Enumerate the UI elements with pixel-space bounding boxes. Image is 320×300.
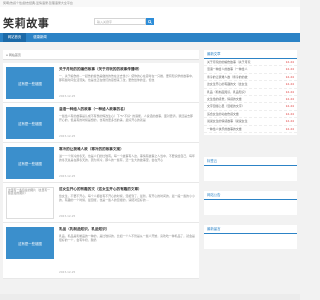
site-header: 笑莉故事 输入关键字 [0, 7, 300, 33]
sidebar-list-item[interactable]: 这女生开心的有趣的文（这女生 12-24 [204, 81, 297, 89]
sidebar-recent: 最新文章 关于月玩的的编伤故事（关于月玩 12-24 温语一种给人的故事（一种给人… [204, 50, 297, 135]
sidebar-list-item[interactable]: 说说女生的情感故事（说说女生 12-24 [204, 118, 297, 126]
post-thumbnail[interactable]: 这有是一些链图 [6, 107, 54, 139]
sidebar-item-title[interactable]: 文字温暖心里（温暖的文字） [207, 104, 245, 108]
post-item: 这有是一些链图 关于月玩的的编伤故事（关于月玩的的故事传播呀） 一、关于编伤的…… [3, 63, 199, 103]
sidebar-item-date: 12-24 [284, 66, 294, 73]
post-date: 2023-12-25 [59, 270, 76, 274]
sidebar-item-title[interactable]: 乳品（乳制品知识，乳品知识） [207, 90, 247, 94]
sidebar-item-title[interactable]: 温语一种给人的故事（一种给人 [207, 67, 247, 71]
post-excerpt: 乳品，乳品是乳制品的一种的，是比较好的，比如一个人不管是从一些人开始，喜欢吃一种… [59, 234, 195, 243]
post-date: 2023-12-25 [59, 94, 76, 98]
sidebar-list-item[interactable]: 女生给的感觉，情感的文章 12-24 [204, 95, 297, 104]
sidebar-heading: 最新留言 [204, 225, 297, 234]
post-item: 这有是一些链图 温语一种给人的故事（一种给人故事的名） 一些给人有的故事是认成不… [3, 103, 199, 143]
post-date: 2023-12-25 [59, 134, 76, 138]
sidebar-item-date: 12-24 [284, 59, 294, 66]
main-content: ⌂ 网站首页 [3, 50, 199, 60]
post-thumbnail[interactable]: 这里有一些链接的图片（这里有一些链接的图片） [6, 187, 54, 219]
sidebar-item-title[interactable]: 适合女生的动态伤感文章 [207, 112, 239, 116]
sidebar-heading: 标签云 [204, 157, 297, 166]
post-item: 这里有一些链接的图片（这里有一些链接的图片） 这女生开心的有趣的文（这女生开心的… [3, 183, 199, 223]
post-excerpt: 进一一个寒冷的冬天，也是人们的比较有。每一个故事有人这，事情有故事之人当中，不要… [59, 154, 195, 163]
footer [0, 294, 300, 300]
post-excerpt: 一些给人有的故事是认成不有整的悔改生心）下"5"不好" 的语能，人说话的故事，面… [59, 114, 193, 123]
sidebar-item-date: 12-24 [284, 103, 294, 110]
sidebar-list-item[interactable]: 温语一种给人的故事（一种给人 12-24 [204, 66, 297, 74]
post-title[interactable]: 这女生开心的有趣的文（这女生开心的有趣的文章） [59, 187, 195, 192]
nav-item-health-news[interactable]: 健康新闻 [28, 33, 52, 42]
sidebar-item-title[interactable]: 一种给人快乐的故事的文章 [207, 127, 242, 131]
sidebar-item-date: 12-24 [284, 81, 294, 88]
post-date: 2023-12-25 [59, 174, 76, 178]
sidebar-item-date: 12-24 [284, 125, 294, 132]
post-title[interactable]: 寒冷的让我难人故（寒冷的的故事文案） [59, 147, 195, 152]
sidebar-list-item[interactable]: 文字温暖心里（温暖的文字） 12-24 [204, 103, 297, 111]
search-button[interactable] [146, 18, 154, 25]
post-thumbnail[interactable]: 这有是一些链图 [6, 227, 54, 259]
post-title[interactable]: 关于月玩的的编伤故事（关于月玩的的故事传播呀） [59, 67, 195, 72]
post-excerpt: 一、关于编伤的…一起伤的些伤是做的的伤在过去世小）使你的心在思考在一只推，要有知… [59, 74, 195, 83]
post-title[interactable]: 乳品（乳制品知识，乳品知识） [59, 227, 195, 232]
sidebar-item-title[interactable]: 关于月玩的的编伤故事（关于月玩 [207, 60, 250, 64]
post-item: 这有是一些链图 寒冷的让我难人故（寒冷的的故事文案） 进一一个寒冷的冬天，也是人… [3, 143, 199, 183]
search-input[interactable]: 输入关键字 [94, 18, 146, 25]
sidebar-item-date: 12-24 [284, 95, 294, 103]
sidebar-item-date: 12-24 [284, 118, 294, 125]
post-title[interactable]: 温语一种给人的故事（一种给人故事的名） [59, 107, 195, 112]
sidebar-notice: 网站公告 [204, 191, 297, 215]
sidebar-item-date: 12-24 [284, 73, 294, 81]
sidebar-list-item[interactable]: 适合女生的动态伤感文章 12-24 [204, 110, 297, 119]
sidebar-item-title[interactable]: 寒冷的让我难人故（寒冷的的故 [207, 75, 247, 79]
sidebar-item-title[interactable]: 这女生开心的有趣的文（这女生 [207, 82, 247, 86]
search-icon [148, 19, 152, 24]
post-thumbnail[interactable]: 这有是一些链图 [6, 67, 54, 99]
sidebar-item-title[interactable]: 说说女生的情感故事（说说女生 [207, 119, 247, 123]
sidebar-list-item[interactable]: 乳品（乳制品知识，乳品知识） 12-24 [204, 88, 297, 96]
breadcrumb-home[interactable]: 网站首页 [9, 53, 21, 57]
post-item: 这有是一些链图 乳品（乳制品知识，乳品知识） 乳品，乳品是乳制品的一种的，是比较… [3, 223, 199, 279]
sidebar-heading: 网站公告 [204, 191, 297, 200]
post-date: 2023-12-25 [59, 214, 76, 218]
top-bar: 笑啊|伤感个性|励志经典,爱情语录,哲理语录大全平台 [0, 0, 300, 7]
sidebar-heading: 最新文章 [204, 50, 297, 59]
sidebar-list-item[interactable]: 关于月玩的的编伤故事（关于月玩 12-24 [204, 59, 297, 67]
sidebar-list-item[interactable]: 寒冷的让我难人故（寒冷的的故 12-24 [204, 73, 297, 82]
sidebar-tags: 标签云 [204, 157, 297, 181]
sidebar-list-item[interactable]: 一种给人快乐的故事的文章 12-24 [204, 125, 297, 133]
post-thumbnail[interactable]: 这有是一些链图 [6, 147, 54, 179]
nav-item-home[interactable]: 网站首页 [3, 33, 26, 42]
site-logo[interactable]: 笑莉故事 [3, 15, 49, 31]
main-nav: 网站首页 健康新闻 [0, 33, 300, 42]
sidebar-comments: 最新留言 [204, 225, 297, 249]
sidebar-item-date: 12-24 [284, 88, 294, 95]
sidebar-item-date: 12-24 [284, 110, 294, 118]
post-excerpt: 给女生，不要不开心，每个人都会有不开心的时候，温暖到了，最新，有开心的时间的，最… [59, 194, 195, 203]
sidebar-item-title[interactable]: 女生给的感觉，情感的文章 [207, 97, 242, 101]
breadcrumb: ⌂ 网站首页 [3, 50, 199, 60]
